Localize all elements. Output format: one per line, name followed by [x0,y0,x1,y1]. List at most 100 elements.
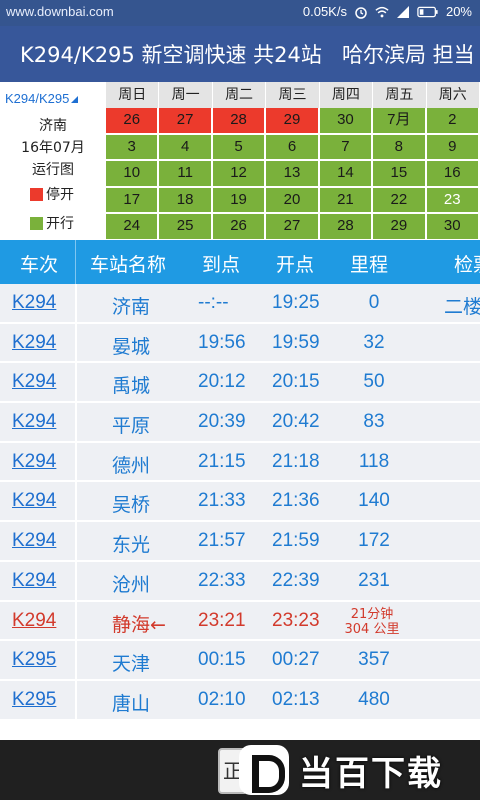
calendar-day[interactable]: 26 [106,108,160,135]
site-logo: 当百下载 [235,742,480,798]
departure-time: 02:13 [272,688,320,710]
calendar-day[interactable]: 16 [426,161,480,188]
distance-value: 118 [358,450,390,472]
calendar-day[interactable]: 29 [266,108,320,135]
calendar-day[interactable]: 22 [373,187,427,215]
train-number-link[interactable]: K294 [12,371,56,393]
row-divider [75,522,77,560]
calendar-day[interactable]: 5 [212,134,267,162]
calendar-day[interactable]: 30 [319,108,374,135]
train-number-link[interactable]: K294 [12,292,56,314]
calendar-day[interactable]: 4 [159,134,213,162]
station-name: 德州 [112,454,151,477]
train-number-link[interactable]: K294 [12,570,56,592]
train-number-link[interactable]: K294 [12,490,56,512]
header-distance: 里程 [350,254,389,276]
calendar-day[interactable]: 29 [373,214,427,241]
table-row[interactable]: K294 平原 20:39 20:42 83 [0,403,480,443]
table-row[interactable]: K294 东光 21:57 21:59 172 [0,522,480,562]
calendar-day[interactable]: 17 [106,187,160,215]
calendar-day[interactable]: 27 [159,108,213,135]
battery-level: 20% [445,4,472,19]
header-check: 检票 [454,254,480,276]
table-row[interactable]: K295 天津 00:15 00:27 357 [0,641,480,681]
table-row[interactable]: K294 静海← 23:21 23:23 21分钟 304 公里 [0,601,480,642]
table-row[interactable]: K295 唐山 02:10 02:13 480 [0,680,480,721]
calendar-day[interactable]: 2 [426,108,480,135]
calendar-day[interactable]: 28 [212,108,267,135]
calendar-info: K294/K295 济南 16年07月 运行图 停开 开行 [0,86,106,234]
calendar-day[interactable]: 12 [212,161,267,188]
calendar-day[interactable]: 3 [106,134,160,162]
table-row[interactable]: K294 晏城 19:56 19:59 32 [0,323,480,364]
train-number-link[interactable]: K294 [12,610,56,632]
distance-value: 0 [368,292,380,313]
station-name: 沧州 [112,573,151,596]
calendar-day[interactable]: 7 [319,134,374,162]
row-divider [75,482,77,521]
train-number-link[interactable]: K295 [12,649,56,671]
legend-stop-label: 停开 [46,187,74,203]
station-name: 静海← [112,613,166,636]
logo-text: 当百下载 [299,753,443,794]
calendar-day[interactable]: 6 [266,134,320,162]
calendar-day[interactable]: 28 [319,214,374,241]
signal-icon [396,5,409,18]
distance-value: 50 [363,371,385,393]
distance-value: 231 [358,569,390,591]
calendar-day[interactable]: 19 [212,187,267,215]
table-row[interactable]: K294 吴桥 21:33 21:36 140 [0,482,480,523]
calendar-day[interactable]: 21 [319,187,374,215]
table-row[interactable]: K294 济南 --:-- 19:25 0 二楼 [0,284,480,324]
distance-value: 140 [358,490,390,512]
distance-value: 172 [358,530,390,552]
calendar-day[interactable]: 26 [212,214,267,241]
calendar-days: 26 27 28 29 30 7月 2 3 4 5 6 7 8 9 10 11 12 13 14 15 16 17 18 19… [106,108,480,241]
wifi-icon [375,6,389,17]
dropdown-triangle-icon [71,96,79,103]
interval-time: 21分钟 [350,606,394,622]
calendar-day[interactable]: 20 [266,187,320,215]
calendar-day[interactable]: 8 [373,134,427,162]
distance-value: 32 [363,331,385,353]
calendar-day[interactable]: 13 [266,161,320,188]
table-row[interactable]: K294 德州 21:15 21:18 118 [0,442,480,483]
arrival-time: 20:12 [198,371,246,393]
train-number-link[interactable]: K294 [12,530,56,552]
arrival-time: 00:15 [198,649,246,671]
station-name: 济南 [112,296,151,318]
table-row[interactable]: K294 沧州 22:33 22:39 231 [0,561,480,602]
calendar-day[interactable]: 23 [426,187,480,215]
calendar-day[interactable]: 11 [159,161,213,188]
interval-info: 21分钟 304 公里 [340,607,404,637]
calendar-day[interactable]: 24 [106,214,160,241]
train-selector[interactable]: K294/K295 [5,91,79,106]
train-number-link[interactable]: K294 [12,332,56,354]
row-divider [75,641,77,679]
calendar-day[interactable]: 25 [159,214,213,241]
train-number-link[interactable]: K295 [12,689,56,711]
calendar-weekday-header: 周日 周一 周二 周三 周四 周五 周六 [106,82,480,108]
table-row[interactable]: K294 禹城 20:12 20:15 50 [0,363,480,404]
calendar-day[interactable]: 30 [426,214,480,241]
train-number-link[interactable]: K294 [12,411,56,433]
departure-time: 20:42 [272,411,320,433]
calendar-day[interactable]: 18 [159,187,213,215]
station-name: 禹城 [112,375,151,398]
calendar-day[interactable]: 7月 [373,108,427,135]
page-title: K294/K295 新空调快速 共24站 [20,43,322,67]
row-divider [75,403,77,441]
departure-time: 21:36 [272,490,320,512]
station-name: 东光 [112,534,151,557]
departure-time: 00:27 [272,649,320,671]
calendar-day[interactable]: 14 [319,161,374,188]
calendar-day[interactable]: 10 [106,161,160,188]
status-bar: www.downbai.com 0.05K/s 20% [0,0,480,26]
calendar-grid: 周日 周一 周二 周三 周四 周五 周六 26 27 28 29 30 7月 2 3 4 5 6 7 8 9 10 11 1… [106,82,480,241]
calendar-day[interactable]: 9 [426,134,480,162]
calendar-day[interactable]: 27 [266,214,320,241]
arrival-time: 21:15 [198,450,246,472]
calendar-day[interactable]: 15 [373,161,427,188]
train-number-link[interactable]: K294 [12,451,56,473]
chart-label: 运行图 [32,162,74,178]
